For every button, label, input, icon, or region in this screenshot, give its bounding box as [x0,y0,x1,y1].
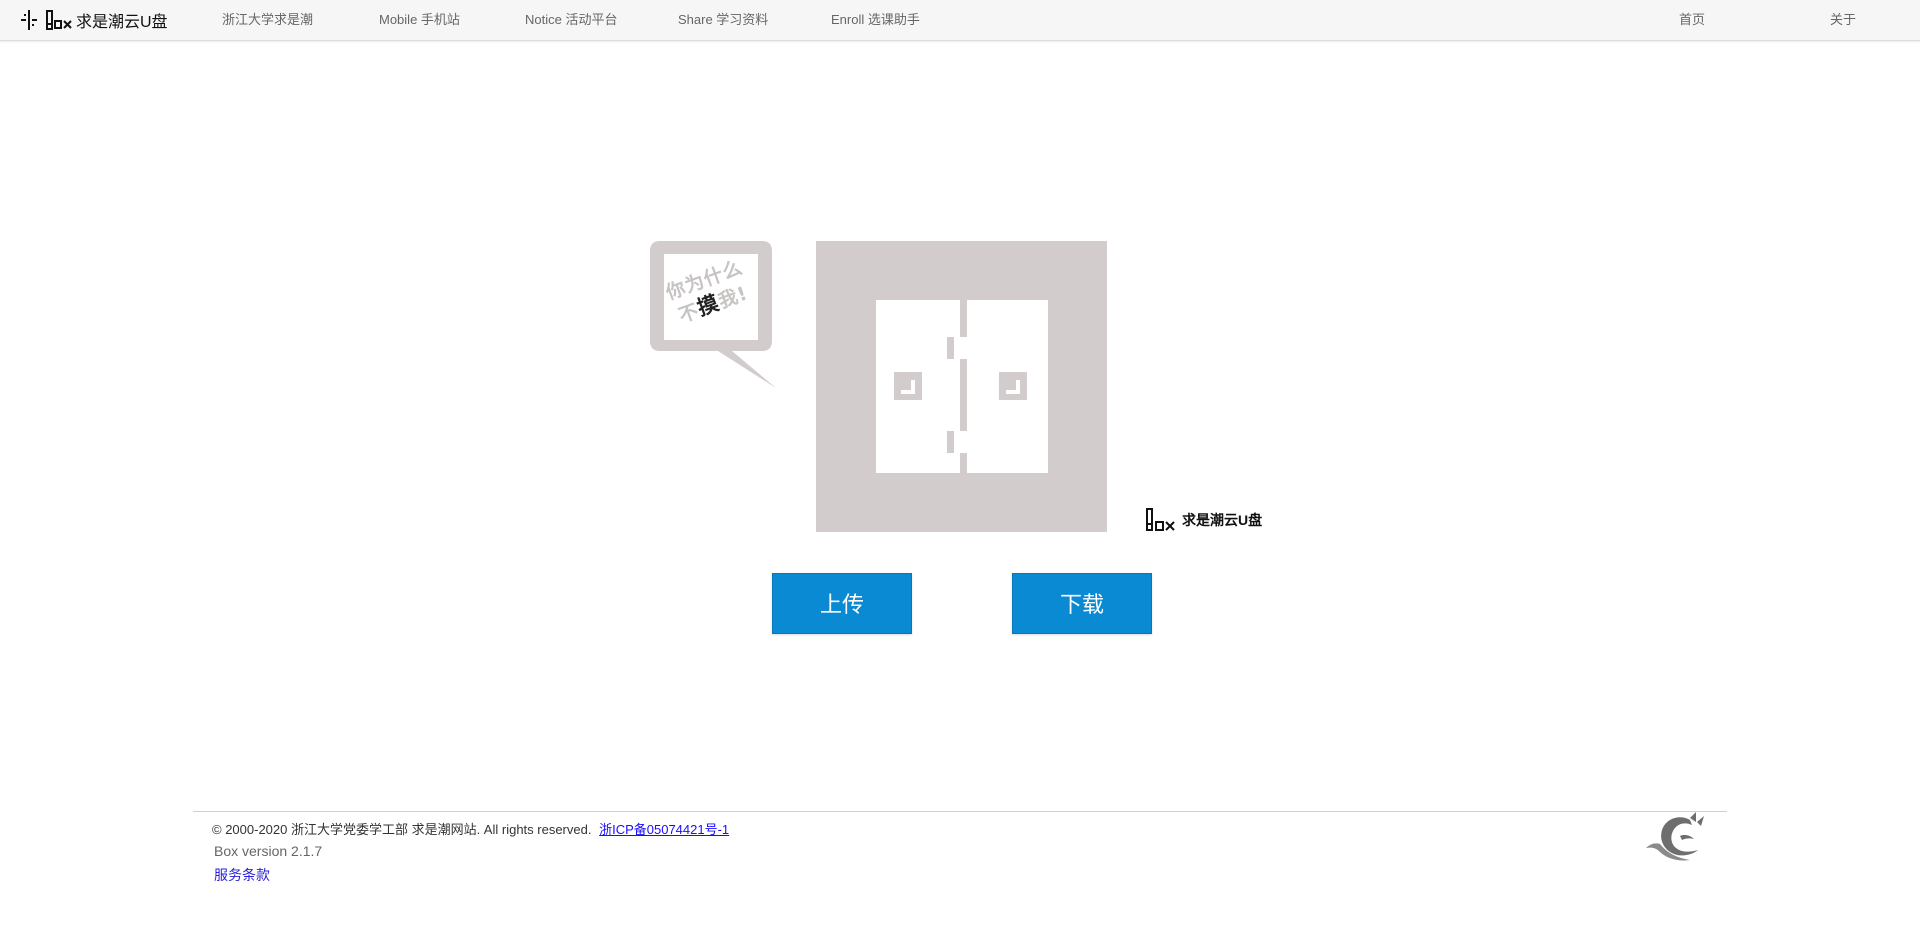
speech-bubble: 你为什么 不摸我! [650,241,776,391]
brand-mark-title: 求是潮云U盘 [1182,512,1263,528]
brand-title: 求是潮云U盘 [76,14,168,31]
nav-link-about[interactable]: 关于 [1830,0,1856,40]
top-navbar: 求是潮云U盘 浙江大学求是潮 Mobile 手机站 Notice 活动平台 Sh… [0,0,1920,41]
version-text: Box version 2.1.7 [214,843,323,859]
box-logo-tile[interactable] [816,241,1107,532]
nav-link-qsc[interactable]: 浙江大学求是潮 [222,0,313,40]
qsc-logo-icon [21,10,37,30]
copyright-text: © 2000-2020 浙江大学党委学工部 求是潮网站. All rights … [212,822,592,837]
box-wordmark-icon [46,10,72,30]
footer-copyright: © 2000-2020 浙江大学党委学工部 求是潮网站. All rights … [212,819,729,838]
nav-link-share[interactable]: Share 学习资料 [678,0,768,40]
upload-button[interactable]: 上传 [772,573,912,634]
qsc-fox-logo-icon [1646,812,1704,861]
bubble-line-2-suffix: 我! [715,282,751,313]
box-wordmark-icon [1146,508,1175,531]
brand-link[interactable]: 求是潮云U盘 [18,0,168,40]
nav-link-home[interactable]: 首页 [1679,0,1705,40]
download-button[interactable]: 下载 [1012,573,1152,634]
footer-divider [193,811,1727,812]
nav-link-enroll[interactable]: Enroll 选课助手 [831,0,920,40]
icp-link[interactable]: 浙ICP备05074421号-1 [599,822,729,837]
nav-link-mobile[interactable]: Mobile 手机站 [379,0,460,40]
nav-link-notice[interactable]: Notice 活动平台 [525,0,617,40]
terms-link[interactable]: 服务条款 [214,865,270,885]
brand-mark: 求是潮云U盘 [1146,508,1262,532]
